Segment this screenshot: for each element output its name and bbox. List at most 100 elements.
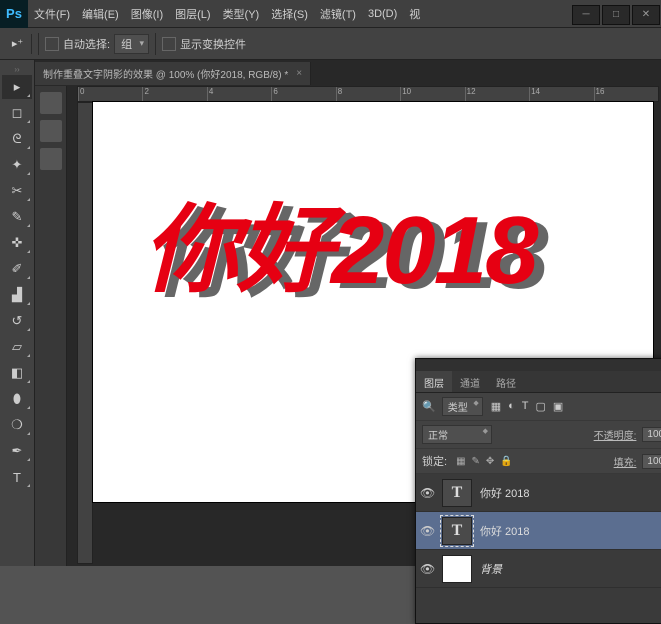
tool-crop[interactable]: ✂	[2, 179, 32, 203]
visibility-toggle-icon[interactable]: 👁	[420, 524, 434, 538]
menu-layer[interactable]: 图层(L)	[169, 0, 216, 28]
visibility-toggle-icon[interactable]: 👁	[420, 562, 434, 576]
auto-select-target-dropdown[interactable]: 组	[114, 34, 149, 54]
close-tab-icon[interactable]: ×	[296, 68, 302, 79]
filter-shape-icon[interactable]: ▢	[536, 400, 546, 413]
show-transform-label: 显示变换控件	[180, 36, 246, 52]
move-tool-indicator-icon: ▸⁺	[4, 34, 32, 54]
tool-gradient[interactable]: ◧	[2, 361, 32, 385]
filter-type-icon[interactable]: T	[522, 400, 529, 413]
visibility-toggle-icon[interactable]: 👁	[420, 486, 434, 500]
fill-label[interactable]: 填充:	[614, 454, 637, 469]
tool-eyedropper[interactable]: ✎	[2, 205, 32, 229]
separator	[155, 33, 156, 55]
ruler-tick: 0	[78, 87, 142, 101]
lock-pixels-icon[interactable]: ✎	[472, 456, 480, 467]
panel-titlebar[interactable]: ◂◂ ×	[416, 359, 661, 371]
tool-move[interactable]: ▸	[2, 75, 32, 99]
collapsed-panel-icon[interactable]	[40, 148, 62, 170]
tool-marquee[interactable]: ◻	[2, 101, 32, 125]
window-controls: ─ □ ✕	[571, 3, 661, 25]
menu-type[interactable]: 类型(Y)	[217, 0, 266, 28]
layer-row[interactable]: 👁 T 你好 2018	[416, 512, 661, 550]
ruler-tick: 14	[529, 87, 593, 101]
layer-row[interactable]: 👁 T 你好 2018	[416, 474, 661, 512]
tool-healing[interactable]: ✜	[2, 231, 32, 255]
auto-select-label: 自动选择:	[63, 36, 110, 52]
separator	[38, 33, 39, 55]
ruler-tick: 10	[400, 87, 464, 101]
tab-layers[interactable]: 图层	[416, 371, 452, 392]
canvas-text: 你好2018	[143, 172, 537, 311]
blend-mode-dropdown[interactable]: 正常	[422, 425, 492, 444]
lock-row: 锁定: ▦ ✎ ✥ 🔒 填充: 100%	[416, 449, 661, 474]
layer-thumb-type-icon: T	[442, 479, 472, 507]
tool-dodge[interactable]: ❍	[2, 413, 32, 437]
menu-edit[interactable]: 编辑(E)	[76, 0, 125, 28]
menu-view[interactable]: 视	[403, 0, 426, 28]
layer-name[interactable]: 背景	[480, 561, 502, 577]
layer-list: 👁 T 你好 2018 👁 T 你好 2018 👁 背景 🔒	[416, 474, 661, 623]
layer-row[interactable]: 👁 背景 🔒	[416, 550, 661, 588]
layer-name[interactable]: 你好 2018	[480, 523, 530, 539]
tab-channels[interactable]: 通道	[452, 371, 488, 392]
layer-thumb-icon	[442, 555, 472, 583]
lock-label: 锁定:	[422, 453, 447, 469]
filter-adjust-icon[interactable]: ◐	[508, 400, 515, 413]
menu-file[interactable]: 文件(F)	[28, 0, 76, 28]
ps-logo-icon: Ps	[0, 0, 28, 28]
tool-stamp[interactable]: ▟	[2, 283, 32, 307]
minimize-button[interactable]: ─	[572, 5, 600, 25]
toolbox: ›› ▸ ◻ ᘓ ✦ ✂ ✎ ✜ ✐ ▟ ↺ ▱ ◧ ⬮ ❍ ✒ T	[0, 60, 35, 566]
document-tab[interactable]: 制作重叠文字阴影的效果 @ 100% (你好2018, RGB/8) * ×	[35, 62, 311, 85]
tool-blur[interactable]: ⬮	[2, 387, 32, 411]
ruler-tick: 2	[142, 87, 206, 101]
tool-pen[interactable]: ✒	[2, 439, 32, 463]
tab-paths[interactable]: 路径	[488, 371, 524, 392]
menu-select[interactable]: 选择(S)	[265, 0, 314, 28]
lock-transparency-icon[interactable]: ▦	[456, 456, 465, 467]
collapsed-panels-column	[35, 86, 67, 566]
filter-kind-dropdown[interactable]: 类型	[442, 397, 483, 416]
collapsed-panel-icon[interactable]	[40, 120, 62, 142]
blend-row: 正常 不透明度: 100%	[416, 421, 661, 449]
fill-value[interactable]: 100%	[642, 454, 661, 469]
document-tab-title: 制作重叠文字阴影的效果 @ 100% (你好2018, RGB/8) *	[43, 66, 288, 81]
collapsed-panel-icon[interactable]	[40, 92, 62, 114]
ruler-tick: 16	[594, 87, 658, 101]
main: ›› ▸ ◻ ᘓ ✦ ✂ ✎ ✜ ✐ ▟ ↺ ▱ ◧ ⬮ ❍ ✒ T 制作重叠文…	[0, 60, 661, 566]
tool-history-brush[interactable]: ↺	[2, 309, 32, 333]
auto-select-option[interactable]: 自动选择:	[45, 36, 110, 52]
opacity-label[interactable]: 不透明度:	[594, 427, 637, 442]
filter-pixel-icon[interactable]: ▦	[491, 400, 501, 413]
show-transform-option[interactable]: 显示变换控件	[162, 36, 246, 52]
filter-icons: ▦ ◐ T ▢ ▣	[491, 400, 564, 413]
tool-lasso[interactable]: ᘓ	[2, 127, 32, 151]
layer-name[interactable]: 你好 2018	[480, 485, 530, 501]
checkbox-icon[interactable]	[45, 37, 59, 51]
tool-eraser[interactable]: ▱	[2, 335, 32, 359]
tool-brush[interactable]: ✐	[2, 257, 32, 281]
options-bar: ▸⁺ 自动选择: 组 显示变换控件	[0, 28, 661, 60]
maximize-button[interactable]: □	[602, 5, 630, 25]
opacity-value[interactable]: 100%	[642, 427, 661, 442]
tool-magic-wand[interactable]: ✦	[2, 153, 32, 177]
close-button[interactable]: ✕	[632, 5, 660, 25]
lock-position-icon[interactable]: ✥	[486, 456, 494, 467]
titlebar: Ps 文件(F) 编辑(E) 图像(I) 图层(L) 类型(Y) 选择(S) 滤…	[0, 0, 661, 28]
menu-image[interactable]: 图像(I)	[125, 0, 169, 28]
layers-panel: ◂◂ × 图层 通道 路径 ≡ 🔍 类型 ▦ ◐ T ▢ ▣	[415, 358, 661, 624]
ruler-tick: 6	[271, 87, 335, 101]
search-icon: 🔍	[422, 400, 436, 413]
menu-filter[interactable]: 滤镜(T)	[314, 0, 362, 28]
document-tabs: 制作重叠文字阴影的效果 @ 100% (你好2018, RGB/8) * ×	[35, 60, 661, 86]
menu-3d[interactable]: 3D(D)	[362, 0, 403, 28]
tool-type[interactable]: T	[2, 465, 32, 489]
drag-handle-icon[interactable]: ››	[0, 64, 34, 74]
panel-tabs: 图层 通道 路径 ≡	[416, 371, 661, 393]
filter-smart-icon[interactable]: ▣	[553, 400, 563, 413]
checkbox-icon[interactable]	[162, 37, 176, 51]
ruler-tick: 12	[465, 87, 529, 101]
ruler-tick: 4	[207, 87, 271, 101]
lock-all-icon[interactable]: 🔒	[500, 456, 512, 467]
